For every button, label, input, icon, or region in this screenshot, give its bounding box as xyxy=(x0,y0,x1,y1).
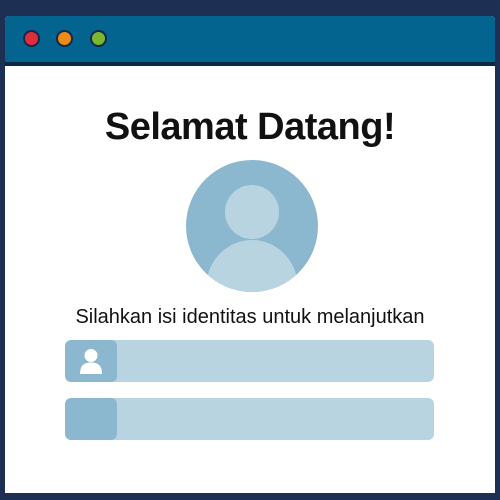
avatar xyxy=(186,160,318,292)
title-bar xyxy=(5,16,495,66)
second-field[interactable] xyxy=(65,398,434,440)
close-button[interactable] xyxy=(23,30,40,47)
browser-window: Selamat Datang! Silahkan isi identitas u… xyxy=(5,16,495,493)
user-icon xyxy=(80,349,102,374)
page-title: Selamat Datang! xyxy=(104,106,396,148)
field-icon-box xyxy=(65,340,117,382)
instruction-text: Silahkan isi identitas untuk melanjutkan xyxy=(75,306,425,328)
field-icon-box xyxy=(65,398,117,440)
minimize-button[interactable] xyxy=(56,30,73,47)
username-field[interactable] xyxy=(65,340,434,382)
maximize-button[interactable] xyxy=(90,30,107,47)
